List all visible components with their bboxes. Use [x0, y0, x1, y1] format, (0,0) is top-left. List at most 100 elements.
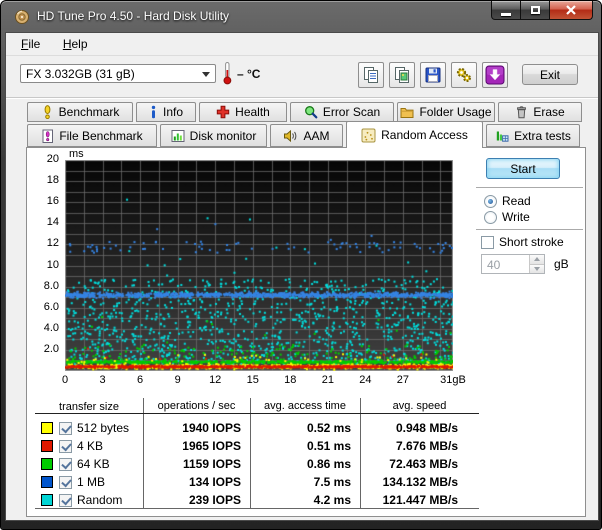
x-axis-tick-labels: 036912151821242731gB: [65, 374, 453, 387]
series-color-swatch: [41, 494, 53, 506]
x-tick-label: 21: [322, 374, 334, 386]
maximize-icon: [531, 6, 540, 14]
y-tick-label: 8.0: [26, 280, 59, 292]
read-radio[interactable]: [484, 195, 497, 208]
copy-text-icon: [362, 66, 380, 84]
access-time-value: 0.51 ms: [250, 439, 360, 453]
x-tick-label: 31gB: [440, 374, 466, 386]
window-title: HD Tune Pro 4.50 - Hard Disk Utility: [37, 9, 229, 23]
tab-label: Error Scan: [323, 105, 380, 119]
tab-label: Benchmark: [59, 105, 120, 119]
gears-icon: [455, 66, 473, 84]
tab-aam[interactable]: AAM: [270, 124, 343, 147]
exit-button[interactable]: Exit: [522, 64, 578, 85]
series-checkbox[interactable]: [59, 458, 72, 471]
tab-label: Random Access: [381, 128, 468, 142]
table-header: transfer size operations / sec avg. acce…: [35, 398, 479, 414]
series-color-swatch: [41, 476, 53, 488]
copy-image-button[interactable]: [389, 62, 415, 88]
table-row: 1 MB 134 IOPS 7.5 ms 134.132 MB/s: [35, 473, 479, 491]
maximize-button[interactable]: [521, 1, 549, 20]
tab-label: Health: [235, 105, 270, 119]
access-time-value: 4.2 ms: [250, 493, 360, 507]
menu-file[interactable]: File: [12, 33, 49, 51]
short-stroke-size-input[interactable]: 40: [481, 254, 545, 274]
series-color-swatch: [41, 440, 53, 452]
info-icon: [149, 105, 158, 119]
series-label: 1 MB: [77, 475, 105, 489]
x-tick-label: 15: [247, 374, 259, 386]
iops-value: 1965 IOPS: [143, 439, 250, 453]
header-operations: operations / sec: [143, 398, 250, 413]
extra-tests-icon: [495, 129, 509, 143]
tab-label: AAM: [303, 129, 329, 143]
tab-file-benchmark[interactable]: File Benchmark: [27, 124, 157, 147]
y-tick-label: 20: [26, 153, 59, 165]
short-stroke-unit-label: gB: [554, 257, 569, 271]
drive-selector[interactable]: FX 3.032GB (31 gB): [20, 64, 216, 83]
y-tick-label: 10: [26, 259, 59, 271]
tab-extra-tests[interactable]: Extra tests: [486, 124, 580, 147]
health-cross-icon: [216, 105, 230, 119]
short-stroke-checkbox[interactable]: [481, 236, 494, 249]
series-checkbox[interactable]: [59, 494, 72, 507]
thermometer-icon: [222, 61, 233, 90]
y-axis-unit-label: ms: [69, 148, 84, 160]
tab-health[interactable]: Health: [199, 102, 287, 122]
up-arrow-icon: [534, 257, 540, 261]
series-label: Random: [77, 493, 122, 507]
magnifier-icon: [304, 105, 318, 119]
x-tick-label: 0: [62, 374, 68, 386]
tab-random-access[interactable]: Random Access: [346, 121, 483, 148]
series-label: 4 KB: [77, 439, 103, 453]
options-button[interactable]: [451, 62, 477, 88]
tab-benchmark[interactable]: Benchmark: [27, 102, 133, 122]
start-button[interactable]: Start: [486, 158, 560, 179]
x-tick-label: 27: [397, 374, 409, 386]
short-stroke-label: Short stroke: [499, 235, 564, 249]
y-tick-label: 4.0: [26, 322, 59, 334]
tab-folder-usage[interactable]: Folder Usage: [397, 102, 495, 122]
close-button[interactable]: [549, 1, 593, 20]
copy-text-button[interactable]: [358, 62, 384, 88]
tab-disk-monitor[interactable]: Disk monitor: [160, 124, 267, 147]
series-checkbox[interactable]: [59, 476, 72, 489]
series-checkbox[interactable]: [59, 422, 72, 435]
chevron-down-icon: [202, 72, 210, 77]
spinner-down-button[interactable]: [529, 265, 544, 274]
menu-help[interactable]: Help: [54, 33, 97, 51]
series-color-swatch: [41, 458, 53, 470]
tab-erase[interactable]: Erase: [498, 102, 582, 122]
table-row: 4 KB 1965 IOPS 0.51 ms 7.676 MB/s: [35, 437, 479, 455]
copy-image-icon: [393, 66, 411, 84]
tab-label: Disk monitor: [190, 129, 257, 143]
header-transfer-size: transfer size: [35, 398, 143, 413]
series-color-swatch: [41, 422, 53, 434]
minimize-button[interactable]: [491, 1, 521, 20]
menubar: File Help: [6, 33, 598, 56]
tab-label: File Benchmark: [59, 129, 142, 143]
access-time-value: 0.52 ms: [250, 421, 360, 435]
access-time-value: 0.86 ms: [250, 457, 360, 471]
short-stroke-size-value: 40: [487, 258, 500, 272]
write-radio-label: Write: [502, 210, 530, 224]
write-radio[interactable]: [484, 211, 497, 224]
tab-info[interactable]: Info: [136, 102, 196, 122]
update-button[interactable]: [482, 62, 508, 88]
x-tick-label: 6: [137, 374, 143, 386]
tab-error-scan[interactable]: Error Scan: [290, 102, 394, 122]
y-tick-label: 18: [26, 174, 59, 186]
save-icon: [424, 66, 442, 84]
spinner-up-button[interactable]: [529, 255, 544, 265]
header-avg-speed: avg. speed: [360, 398, 479, 413]
app-window: HD Tune Pro 4.50 - Hard Disk Utility Fil…: [0, 0, 602, 530]
x-tick-label: 18: [284, 374, 296, 386]
avg-speed-value: 72.463 MB/s: [360, 457, 479, 471]
iops-value: 1159 IOPS: [143, 457, 250, 471]
y-tick-label: 12: [26, 237, 59, 249]
access-time-value: 7.5 ms: [250, 475, 360, 489]
avg-speed-value: 121.447 MB/s: [360, 493, 479, 507]
save-button[interactable]: [420, 62, 446, 88]
scatter-dots-icon: [361, 128, 376, 143]
series-checkbox[interactable]: [59, 440, 72, 453]
